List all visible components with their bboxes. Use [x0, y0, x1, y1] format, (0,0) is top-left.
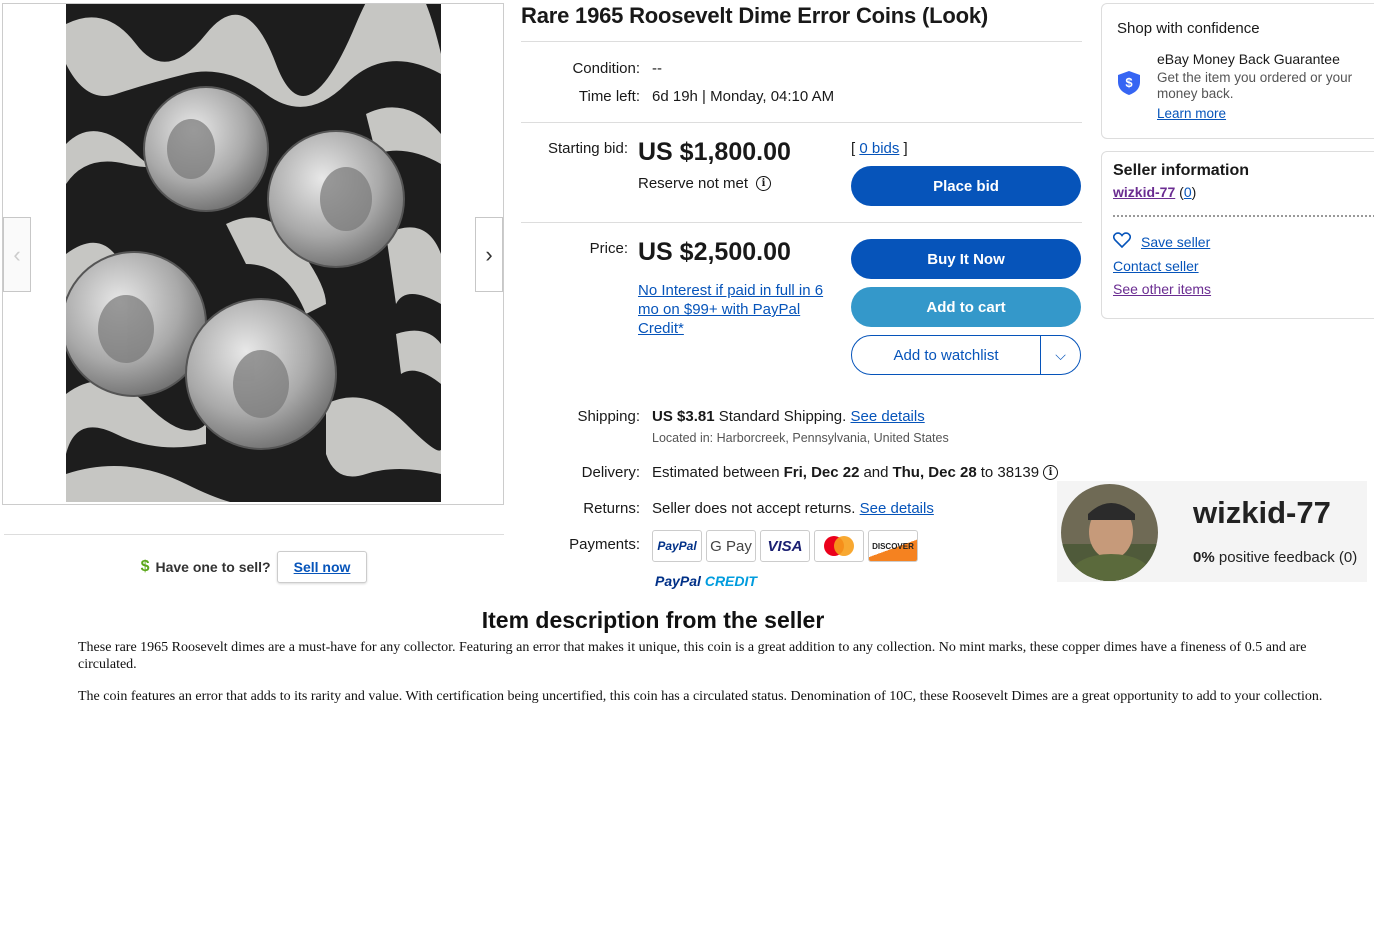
see-other-items-link[interactable]: See other items	[1113, 281, 1211, 297]
sell-question: Have one to sell?	[155, 559, 271, 575]
time-left-value: 6d 19h | Monday, 04:10 AM	[652, 88, 835, 105]
description-paragraph: The coin features an error that adds to …	[78, 689, 1323, 704]
payments-label: Payments:	[569, 536, 640, 553]
starting-bid-label: Starting bid:	[547, 140, 628, 157]
delivery-prefix: Estimated between	[652, 464, 780, 481]
description-paragraph: These rare 1965 Roosevelt dimes are a mu…	[78, 640, 1307, 672]
item-title: Rare 1965 Roosevelt Dime Error Coins (Lo…	[521, 3, 988, 28]
learn-more-link[interactable]: Learn more	[1157, 106, 1226, 121]
chevron-down-icon[interactable]: ⌵	[1041, 347, 1080, 364]
feedback-paren: (0)	[1179, 184, 1197, 200]
guarantee-title: eBay Money Back Guarantee	[1157, 51, 1340, 67]
chevron-left-icon: ‹	[13, 241, 21, 267]
returns-details-link[interactable]: See details	[860, 500, 934, 517]
paypal-credit-link[interactable]: No Interest if paid in full in 6 mo on $…	[638, 281, 833, 338]
dollar-icon: $	[140, 558, 150, 575]
info-icon[interactable]: i	[1043, 465, 1059, 480]
confidence-title: Shop with confidence	[1117, 20, 1260, 37]
condition-label: Condition:	[572, 60, 640, 77]
divider	[521, 122, 1082, 123]
feedback-text: positive feedback (0)	[1218, 549, 1358, 566]
seller-feedback-link[interactable]: 0	[1184, 184, 1192, 200]
shield-dollar-icon: $	[1117, 70, 1141, 96]
delivery-end: Thu, Dec 28	[892, 464, 977, 481]
seller-information-box: Seller information wizkid-77 (0) Save se…	[1101, 151, 1374, 319]
paypal-logo-icon: PayPal	[652, 530, 702, 562]
product-photo[interactable]	[66, 4, 441, 502]
shipping-method: Standard Shipping.	[718, 408, 847, 425]
visa-logo-icon: VISA	[760, 530, 810, 562]
returns-label: Returns:	[583, 500, 640, 517]
shipping-info: US $3.81 Standard Shipping. See details	[652, 408, 925, 425]
shop-with-confidence-box: Shop with confidence $ eBay Money Back G…	[1101, 3, 1374, 139]
divider	[521, 41, 1082, 42]
starting-bid-price: US $1,800.00	[638, 138, 791, 166]
heart-icon	[1112, 232, 1132, 251]
watchlist-control: Add to watchlist ⌵	[851, 335, 1081, 375]
item-location: Located in: Harborcreek, Pennsylvania, U…	[652, 431, 949, 445]
bid-count: [ 0 bids ]	[851, 140, 908, 157]
payment-methods: PayPal G Pay VISA DISCOVER	[652, 530, 918, 562]
shipping-label: Shipping:	[577, 408, 640, 425]
svg-text:$: $	[1125, 75, 1133, 90]
shipping-cost: US $3.81	[652, 408, 715, 425]
add-to-watchlist-button[interactable]: Add to watchlist	[852, 347, 1040, 364]
seller-profile-card[interactable]: wizkid-77 0% positive feedback (0)	[1057, 481, 1367, 582]
delivery-zip: to 38139	[980, 464, 1040, 481]
reserve-text: Reserve not met	[638, 175, 749, 192]
description-heading: Item description from the seller	[481, 607, 825, 633]
save-seller-label[interactable]: Save seller	[1141, 234, 1210, 250]
seller-username-link[interactable]: wizkid-77	[1113, 184, 1175, 200]
add-to-cart-button[interactable]: Add to cart	[851, 287, 1081, 327]
chevron-right-icon: ›	[485, 241, 493, 267]
profile-username: wizkid-77	[1193, 495, 1331, 530]
seller-info-title: Seller information	[1113, 162, 1250, 179]
place-bid-button[interactable]: Place bid	[851, 166, 1081, 206]
buy-it-now-price: US $2,500.00	[638, 238, 791, 266]
time-left-label: Time left:	[578, 88, 640, 105]
condition-value: --	[652, 60, 662, 77]
bids-link[interactable]: 0 bids	[859, 140, 899, 157]
sell-similar-row: $ Have one to sell? Sell now	[4, 534, 504, 583]
bids-bracket-open: [	[851, 140, 856, 157]
image-gallery: ‹ ›	[2, 3, 504, 505]
price-label: Price:	[589, 240, 628, 257]
discover-logo-icon: DISCOVER	[868, 530, 918, 562]
buy-it-now-button[interactable]: Buy It Now	[851, 239, 1081, 279]
profile-feedback: 0% positive feedback (0)	[1193, 549, 1357, 566]
bids-bracket-close: ]	[903, 140, 908, 157]
divider	[1113, 215, 1374, 217]
delivery-label: Delivery:	[581, 464, 640, 481]
delivery-estimate: Estimated between Fri, Dec 22 and Thu, D…	[652, 464, 1059, 481]
seller-name-row: wizkid-77 (0)	[1113, 184, 1196, 200]
contact-seller-link[interactable]: Contact seller	[1113, 258, 1199, 274]
paypal-credit-logo-icon: PayPal CREDIT	[655, 573, 757, 589]
delivery-start: Fri, Dec 22	[783, 464, 860, 481]
google-pay-logo-icon: G Pay	[706, 530, 756, 562]
returns-info: Seller does not accept returns. See deta…	[652, 500, 934, 517]
gallery-prev-button[interactable]: ‹	[3, 217, 31, 292]
info-icon[interactable]: i	[756, 176, 772, 191]
delivery-and: and	[863, 464, 889, 481]
guarantee-text: Get the item you ordered or your money b…	[1157, 70, 1353, 101]
avatar	[1061, 484, 1158, 581]
feedback-percent: 0%	[1193, 549, 1215, 566]
reserve-status: Reserve not met i	[638, 175, 772, 192]
paypal-credit-brand: PayPal	[655, 573, 701, 589]
sell-now-button[interactable]: Sell now	[276, 551, 368, 583]
gallery-next-button[interactable]: ›	[475, 217, 503, 292]
paypal-credit-word: CREDIT	[704, 573, 757, 589]
shipping-details-link[interactable]: See details	[851, 408, 925, 425]
divider	[521, 222, 1082, 223]
returns-text: Seller does not accept returns.	[652, 500, 856, 517]
mastercard-logo-icon	[814, 530, 864, 562]
save-seller-button[interactable]: Save seller	[1112, 232, 1210, 251]
